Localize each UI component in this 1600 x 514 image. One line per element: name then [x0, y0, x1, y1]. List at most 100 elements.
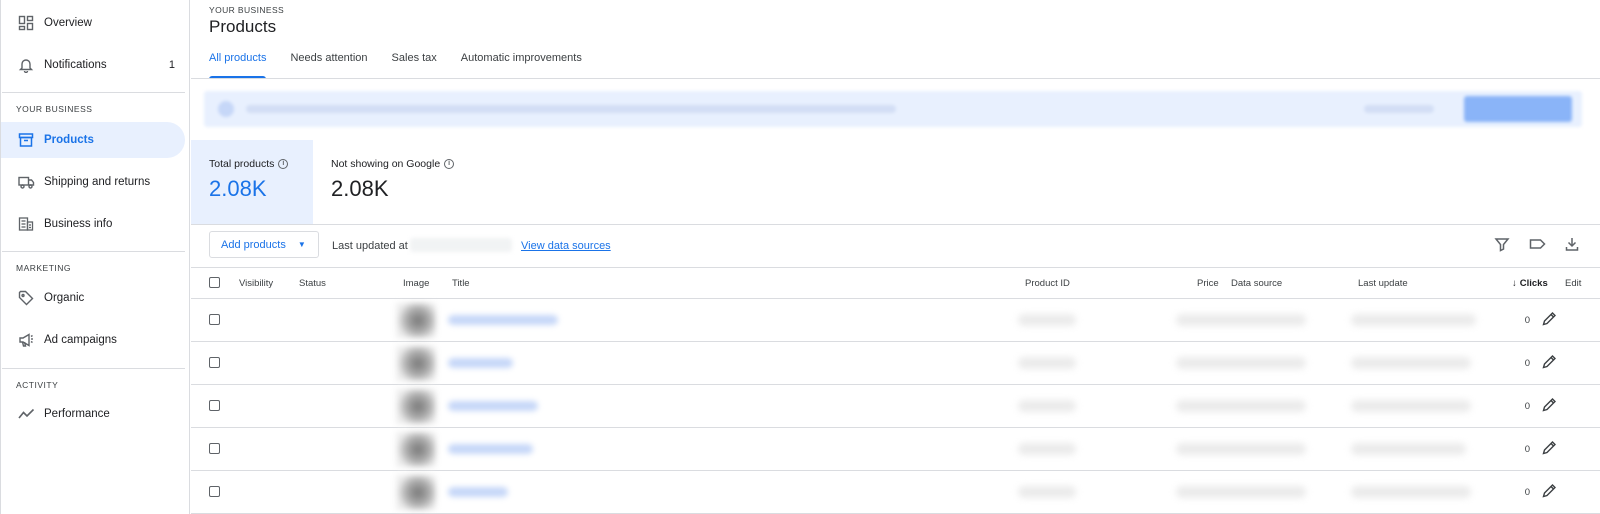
table-row[interactable]: 0 — [191, 342, 1600, 385]
select-all-checkbox[interactable] — [209, 277, 220, 288]
product-image — [396, 389, 436, 424]
filter-icon[interactable] — [1494, 236, 1512, 254]
table-row[interactable]: 0 — [191, 471, 1600, 514]
tab-automatic-improvements[interactable]: Automatic improvements — [461, 52, 582, 78]
stat-label: Not showing on Google — [331, 158, 441, 170]
redacted-price-source — [1176, 357, 1306, 369]
redacted-product-id — [1018, 443, 1076, 455]
banner-icon — [218, 101, 234, 117]
sidebar-item-products[interactable]: Products — [1, 122, 185, 158]
edit-pencil-icon[interactable] — [1541, 483, 1559, 501]
sidebar-item-label: Performance — [44, 408, 110, 420]
tab-bar: All products Needs attention Sales tax A… — [209, 52, 606, 79]
megaphone-icon — [17, 331, 35, 349]
column-header-clicks[interactable]: ↓ Clicks — [1512, 278, 1548, 289]
tab-sales-tax[interactable]: Sales tax — [392, 52, 437, 78]
sidebar-item-notifications[interactable]: Notifications 1 — [1, 47, 185, 83]
page-title: Products — [209, 17, 277, 36]
tab-needs-attention[interactable]: Needs attention — [290, 52, 367, 78]
column-header-last-update[interactable]: Last update — [1358, 278, 1408, 289]
product-title-link[interactable] — [448, 358, 513, 368]
bell-icon — [17, 56, 35, 74]
row-checkbox[interactable] — [209, 486, 220, 497]
product-image — [396, 475, 436, 510]
notification-count-badge: 1 — [168, 59, 175, 71]
sort-arrow-down-icon: ↓ — [1512, 278, 1517, 289]
redacted-product-id — [1018, 357, 1076, 369]
product-title-link[interactable] — [448, 315, 558, 325]
redacted-last-update — [1351, 314, 1476, 326]
divider — [2, 251, 185, 252]
divider — [2, 368, 185, 369]
info-icon[interactable]: i — [444, 159, 455, 169]
sidebar-item-label: Ad campaigns — [44, 334, 117, 346]
column-header-price[interactable]: Price — [1197, 278, 1219, 289]
add-products-label: Add products — [221, 238, 286, 251]
clicks-value: 0 — [1524, 444, 1530, 455]
clicks-value: 0 — [1524, 315, 1530, 326]
tag-icon — [17, 289, 35, 307]
sidebar-item-label: Business info — [44, 218, 113, 230]
redacted-banner-button[interactable] — [1464, 96, 1572, 122]
column-header-data-source[interactable]: Data source — [1231, 278, 1282, 289]
info-icon[interactable]: i — [278, 159, 289, 169]
redacted-last-update — [1351, 486, 1471, 498]
product-image — [396, 432, 436, 467]
edit-pencil-icon[interactable] — [1541, 354, 1559, 372]
sidebar-item-label: Organic — [44, 292, 85, 304]
sidebar: Overview Notifications 1 YOUR BUSINESS P… — [0, 0, 190, 514]
sidebar-item-overview[interactable]: Overview — [1, 5, 185, 41]
row-checkbox[interactable] — [209, 400, 220, 411]
edit-pencil-icon[interactable] — [1541, 397, 1559, 415]
truck-icon — [17, 173, 35, 191]
stat-value: 2.08K — [331, 176, 389, 201]
clicks-value: 0 — [1524, 487, 1530, 498]
download-icon[interactable] — [1564, 236, 1582, 254]
sidebar-item-label: Notifications — [44, 59, 107, 71]
row-checkbox[interactable] — [209, 443, 220, 454]
add-products-button[interactable]: Add products ▼ — [209, 231, 319, 258]
stat-total-products[interactable]: Total products i 2.08K — [191, 140, 313, 224]
redacted-banner-link[interactable] — [1364, 105, 1434, 113]
edit-pencil-icon[interactable] — [1541, 440, 1559, 458]
column-header-visibility[interactable]: Visibility — [239, 278, 273, 289]
stat-not-showing[interactable]: Not showing on Google i 2.08K — [313, 140, 513, 224]
sidebar-item-ad-campaigns[interactable]: Ad campaigns — [1, 322, 185, 358]
row-checkbox[interactable] — [209, 314, 220, 325]
column-header-product-id[interactable]: Product ID — [1025, 278, 1070, 289]
last-updated-label: Last updated at — [332, 240, 408, 252]
sidebar-item-business-info[interactable]: Business info — [1, 206, 185, 242]
edit-pencil-icon[interactable] — [1541, 311, 1559, 329]
row-checkbox[interactable] — [209, 357, 220, 368]
sidebar-item-label: Overview — [44, 17, 92, 29]
stat-label: Total products — [209, 158, 275, 170]
view-data-sources-link[interactable]: View data sources — [521, 240, 611, 252]
redacted-price-source — [1176, 486, 1306, 498]
main-content: YOUR BUSINESS Products All products Need… — [191, 0, 1600, 514]
sidebar-item-performance[interactable]: Performance — [1, 396, 185, 432]
product-title-link[interactable] — [448, 487, 508, 497]
redacted-last-update — [1351, 357, 1471, 369]
product-image — [396, 303, 436, 338]
dashboard-icon — [17, 14, 35, 32]
redacted-product-id — [1018, 400, 1076, 412]
sidebar-item-label: Shipping and returns — [44, 176, 151, 188]
product-title-link[interactable] — [448, 401, 538, 411]
label-tag-icon[interactable] — [1529, 236, 1547, 254]
table-row[interactable]: 0 — [191, 428, 1600, 471]
table-row[interactable]: 0 — [191, 299, 1600, 342]
sidebar-item-organic[interactable]: Organic — [1, 280, 185, 316]
sidebar-item-shipping[interactable]: Shipping and returns — [1, 164, 185, 200]
table-row[interactable]: 0 — [191, 385, 1600, 428]
tab-all-products[interactable]: All products — [209, 52, 267, 79]
caret-down-icon: ▼ — [297, 240, 306, 249]
product-image — [396, 346, 436, 381]
redacted-price-source — [1176, 443, 1306, 455]
column-header-title[interactable]: Title — [452, 278, 470, 289]
column-header-clicks-label: Clicks — [1519, 278, 1548, 289]
building-icon — [17, 215, 35, 233]
redacted-banner-text — [246, 105, 896, 113]
product-title-link[interactable] — [448, 444, 533, 454]
redacted-product-id — [1018, 486, 1076, 498]
column-header-status[interactable]: Status — [299, 278, 326, 289]
